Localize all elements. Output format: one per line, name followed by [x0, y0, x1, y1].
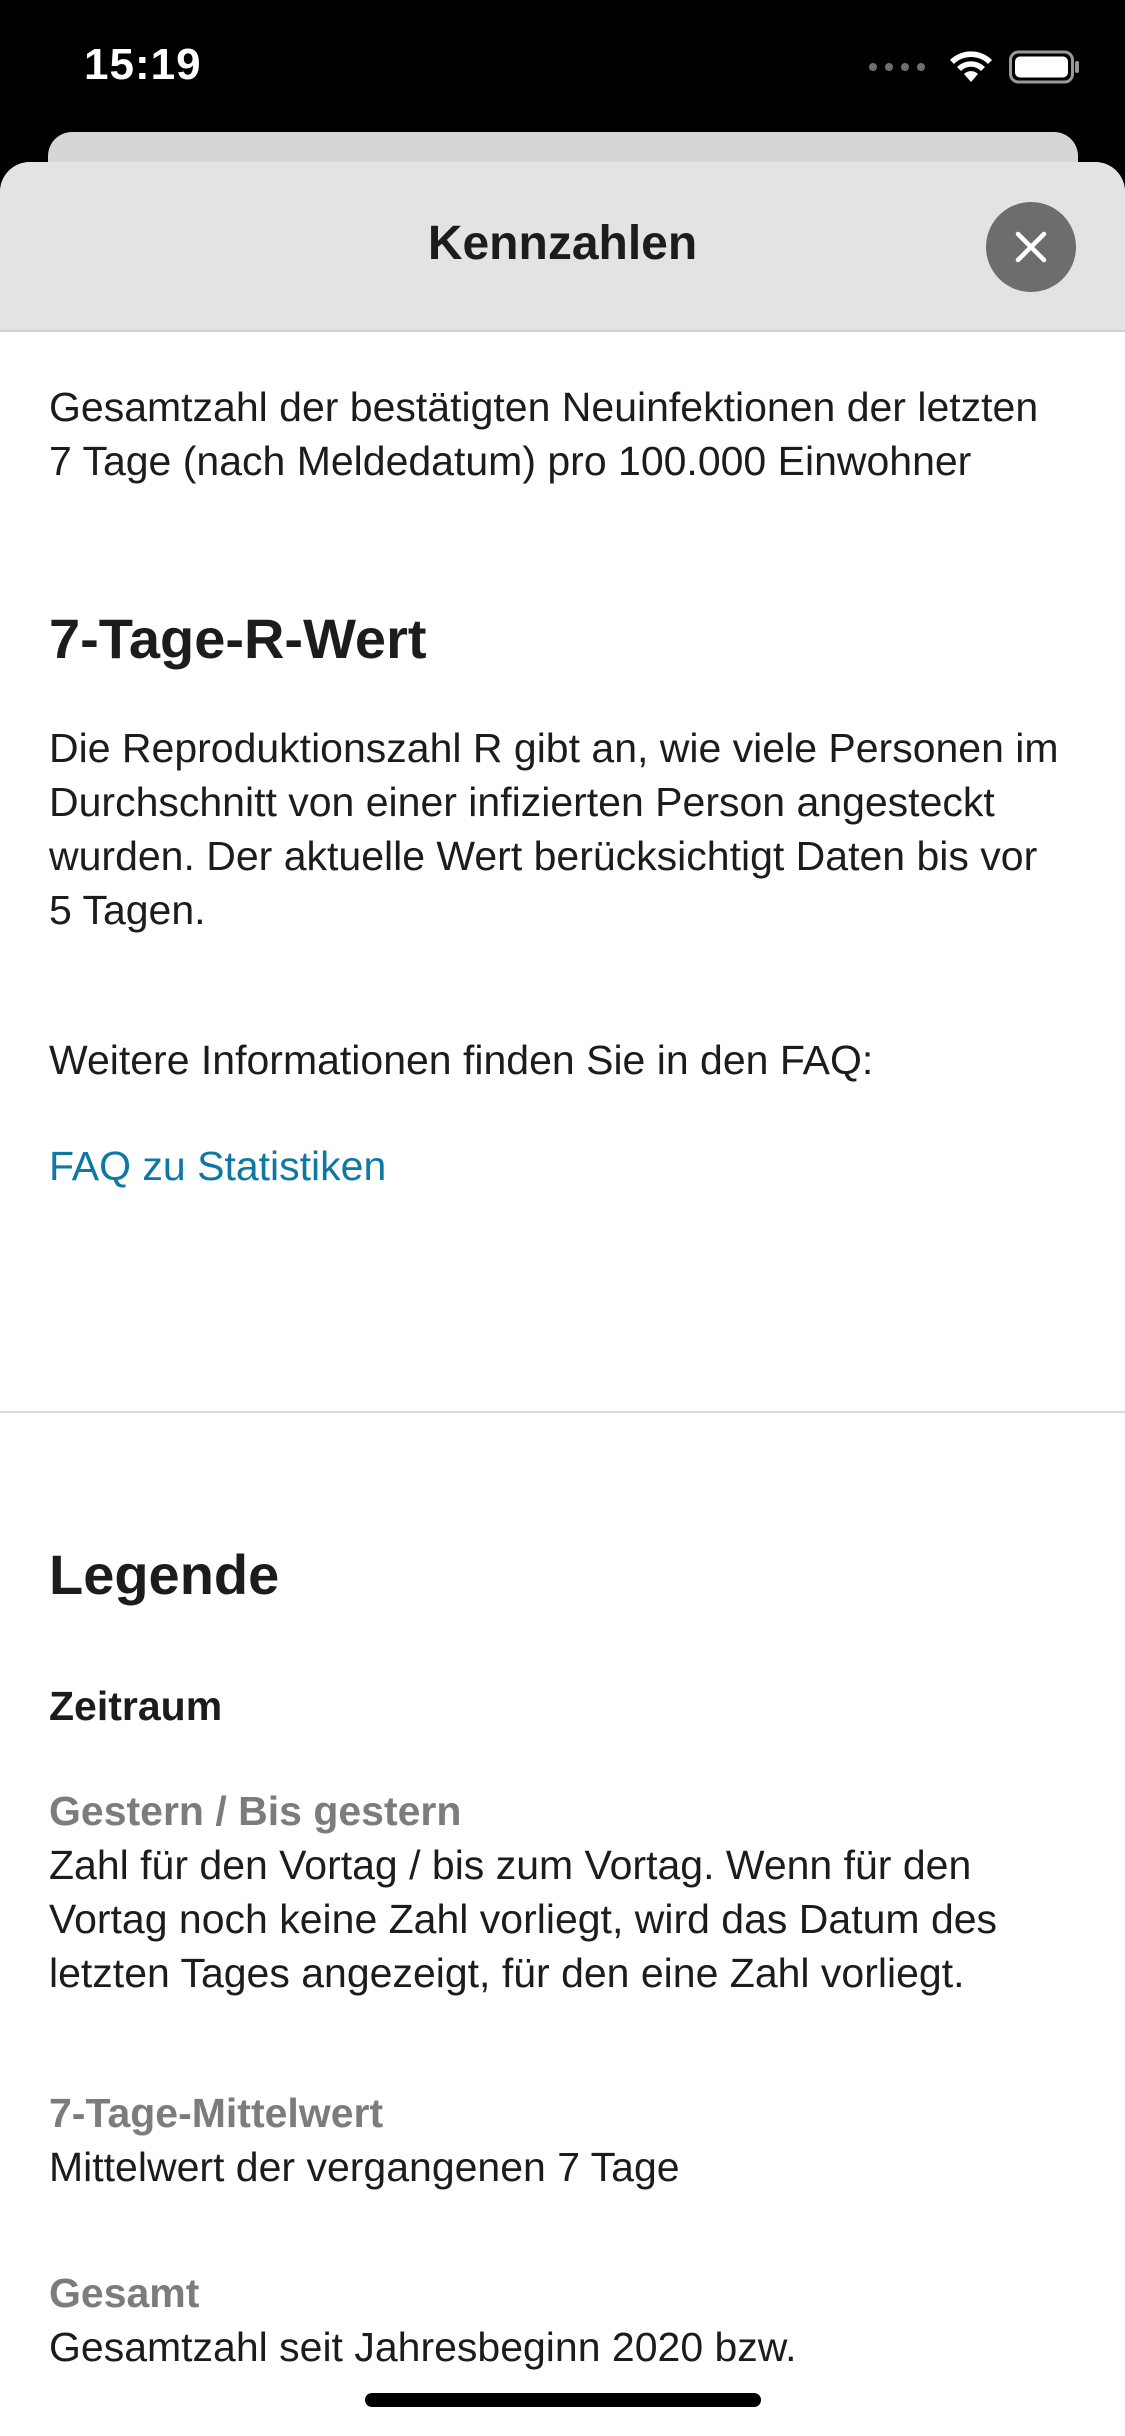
sheet-content: Gesamtzahl der bestätigten Neuinfektione… [49, 330, 1079, 1190]
close-button[interactable] [986, 202, 1076, 292]
sheet-header: Kennzahlen [0, 162, 1125, 332]
legend-item: Gestern / Bis gestern Zahl für den Vorta… [49, 1784, 1079, 2000]
legend-description: Mittelwert der vergangenen 7 Tage [49, 2144, 680, 2190]
wifi-icon [950, 51, 992, 82]
home-indicator[interactable] [365, 2393, 761, 2407]
legend-term: Gesamt [49, 2270, 200, 2316]
legend-heading: Legende [49, 1543, 280, 1606]
legend-item: 7-Tage-Mittelwert Mittelwert der vergang… [49, 2086, 1079, 2194]
status-bar: 15:19 [0, 0, 1125, 132]
battery-icon [1009, 50, 1079, 84]
legend-term: Gestern / Bis gestern [49, 1788, 462, 1834]
r-value-description: Die Reproduktionszahl R gibt an, wie vie… [49, 725, 1059, 933]
period-heading: Zeitraum [49, 1683, 223, 1729]
legend-description: Gesamtzahl seit Jahresbeginn 2020 bzw. [49, 2324, 797, 2370]
r-value-heading: 7-Tage-R-Wert [49, 607, 427, 670]
legend-description: Zahl für den Vortag / bis zum Vortag. We… [49, 1842, 998, 1996]
legend-item: Gesamt Gesamtzahl seit Jahresbeginn 2020… [49, 2266, 1079, 2374]
incidence-description: Gesamtzahl der bestätigten Neuinfektione… [49, 384, 1039, 484]
cellular-signal-icon [869, 63, 925, 71]
sheet-title: Kennzahlen [427, 217, 698, 270]
close-icon [1015, 231, 1047, 263]
legend-section: Legende Zeitraum Gestern / Bis gestern Z… [49, 1414, 1079, 2374]
status-icons [869, 50, 1081, 84]
faq-intro: Weitere Informationen finden Sie in den … [49, 1037, 874, 1083]
status-time: 15:19 [84, 40, 202, 89]
modal-sheet: Kennzahlen Gesamtzahl der bestätigten Ne… [0, 162, 1125, 2436]
section-divider [0, 1411, 1125, 1413]
faq-link[interactable]: FAQ zu Statistiken [49, 1143, 1079, 1190]
legend-term: 7-Tage-Mittelwert [49, 2090, 384, 2136]
screen: 15:19 Kennzahlen Gesamtzahl der bestätig… [0, 0, 1125, 2436]
